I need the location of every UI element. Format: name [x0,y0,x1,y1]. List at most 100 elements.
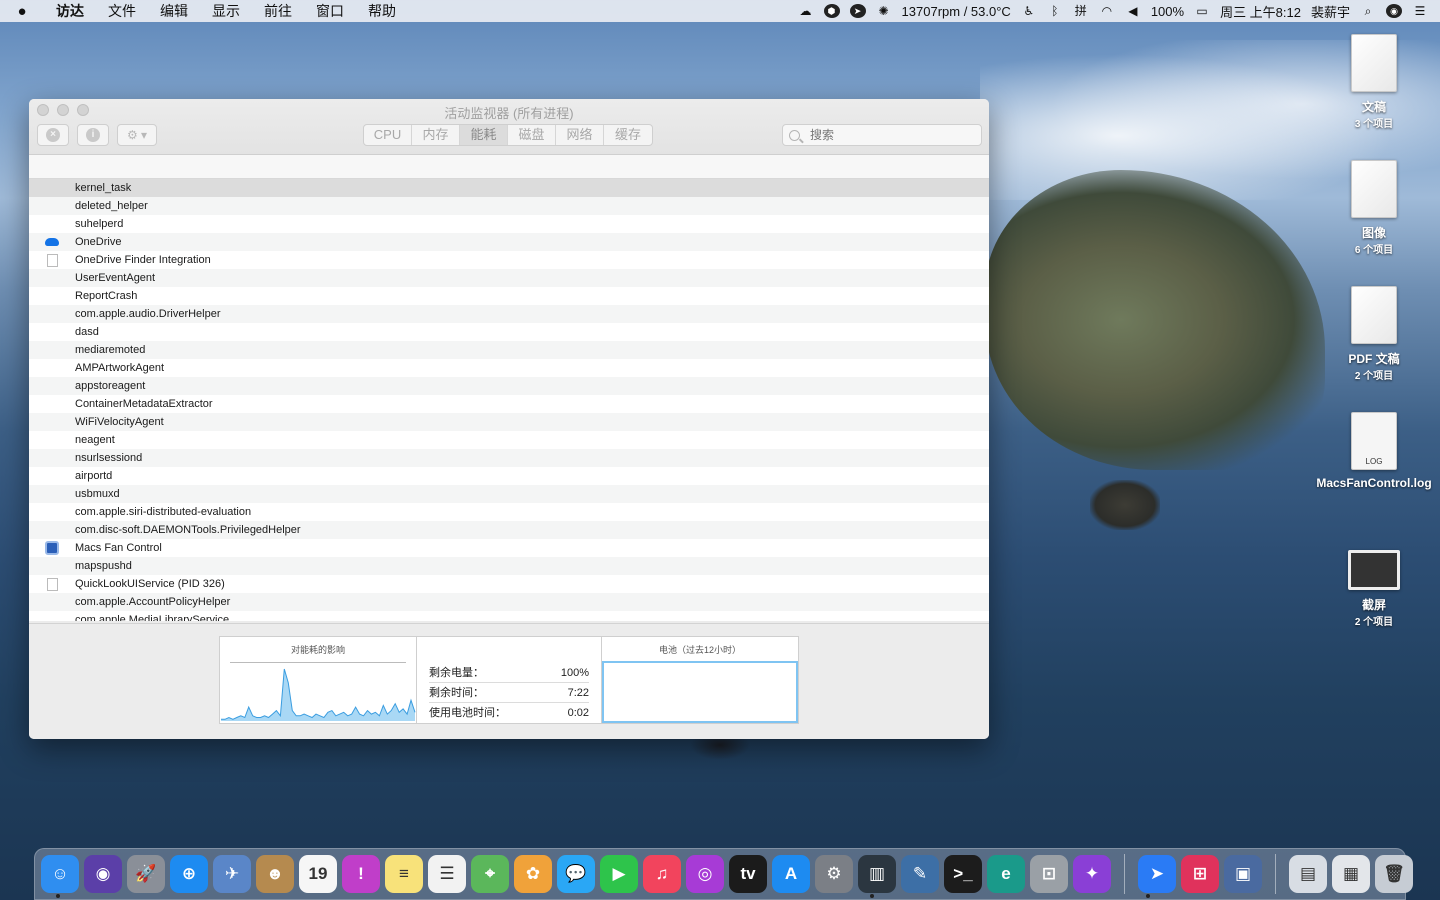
dock-screenshot-icon[interactable]: ⊡ [1030,855,1068,893]
dock-photos-icon[interactable]: ✿ [514,855,552,893]
dock-feedback-icon[interactable]: ! [342,855,380,893]
dock-reminders-icon[interactable]: ☰ [428,855,466,893]
battery-history-panel: 电池（过去12小时） [601,636,799,724]
table-header[interactable] [29,155,989,179]
dock-messages-icon[interactable]: 💬 [557,855,595,893]
accessibility-icon[interactable]: ♿ [1021,4,1037,18]
table-row[interactable]: airportd [29,467,989,485]
dock-podcasts-icon[interactable]: ◎ [686,855,724,893]
process-table: kernel_task deleted_helper suhelperd OneDri… [29,179,989,621]
tab-network[interactable]: 网络 [556,125,604,145]
dock-apple-tv-icon[interactable]: tv [729,855,767,893]
dock-terminal-icon[interactable]: >_ [944,855,982,893]
menu-help[interactable]: 帮助 [356,1,408,21]
menu-file[interactable]: 文件 [96,1,148,21]
spotlight-search-icon[interactable]: ⌕ [1360,4,1376,18]
dock-notes-icon[interactable]: ≡ [385,855,423,893]
dock-edge-canary-icon[interactable]: e [987,855,1025,893]
table-row[interactable]: Macs Fan Control [29,539,989,557]
table-row[interactable]: mediaremoted [29,341,989,359]
dock-launchpad-icon[interactable]: 🚀 [127,855,165,893]
table-row[interactable]: com.apple.MediaLibraryService [29,611,989,621]
apple-menu-icon[interactable]: ● [0,3,44,20]
tab-cache[interactable]: 缓存 [604,125,652,145]
dock-app-store-icon[interactable]: A [772,855,810,893]
siri-icon[interactable]: ◉ [1386,4,1402,18]
action-menu-button[interactable]: ⚙ ▾ [117,124,157,146]
fan-control-icon[interactable]: ✺ [876,4,892,18]
dock-image-viewer-icon[interactable]: ▣ [1224,855,1262,893]
table-row[interactable]: com.apple.AccountPolicyHelper [29,593,989,611]
input-method-icon[interactable]: 拼 [1073,4,1089,18]
table-row[interactable]: nsurlsessiond [29,449,989,467]
table-row[interactable]: QuickLookUIService (PID 326) [29,575,989,593]
menu-view[interactable]: 显示 [200,1,252,21]
table-row[interactable]: OneDrive [29,233,989,251]
dock-compass-icon[interactable]: ✦ [1073,855,1111,893]
icloud-icon[interactable]: ☁ [798,4,814,18]
tab-disk[interactable]: 磁盘 [508,125,556,145]
dock-trash-icon[interactable]: 🗑 [1375,855,1413,893]
desktop-item-log-file[interactable]: LOG MacsFanControl.log [1314,412,1434,490]
table-row[interactable]: suhelperd [29,215,989,233]
dock-feishu-icon[interactable]: ➤ [1138,855,1176,893]
table-row[interactable]: ContainerMetadataExtractor [29,395,989,413]
notification-center-icon[interactable]: ☰ [1412,4,1428,18]
shield-status-icon[interactable]: ⬢ [823,4,840,18]
table-row[interactable]: com.disc-soft.DAEMONTools.PrivilegedHelp… [29,521,989,539]
battery-percent[interactable]: 100% [1151,4,1184,19]
clock[interactable]: 周三 上午8:12 [1220,2,1301,21]
table-row[interactable]: neagent [29,431,989,449]
table-row[interactable]: UserEventAgent [29,269,989,287]
volume-icon[interactable]: ◀ [1125,4,1141,18]
table-row[interactable]: kernel_task [29,179,989,197]
table-row[interactable]: WiFiVelocityAgent [29,413,989,431]
dock-siri-icon[interactable]: ◉ [84,855,122,893]
desktop-item-pdf[interactable]: PDF 文稿 2 个项目 [1314,286,1434,382]
table-row[interactable]: mapspushd [29,557,989,575]
desktop-item-screenshots[interactable]: 截屏 2 个项目 [1314,538,1434,628]
table-row[interactable]: com.apple.siri-distributed-evaluation [29,503,989,521]
dock-contacts-icon[interactable]: ☻ [256,855,294,893]
menu-edit[interactable]: 编辑 [148,1,200,21]
dock-finder-icon[interactable]: ☺ [41,855,79,893]
table-row[interactable]: deleted_helper [29,197,989,215]
table-row[interactable]: ReportCrash [29,287,989,305]
dock-facetime-icon[interactable]: ▶ [600,855,638,893]
table-row[interactable]: usbmuxd [29,485,989,503]
stop-process-button[interactable]: × [37,124,69,146]
user-name[interactable]: 裴薪宇 [1311,2,1350,21]
dock-documents-stack-icon[interactable]: ▦ [1332,855,1370,893]
menu-window[interactable]: 窗口 [304,1,356,21]
menu-finder[interactable]: 访达 [44,1,96,21]
menu-go[interactable]: 前往 [252,1,304,21]
battery-icon[interactable]: ▭ [1194,4,1210,18]
table-row[interactable]: appstoreagent [29,377,989,395]
dock-system-preferences-icon[interactable]: ⚙ [815,855,853,893]
tab-energy[interactable]: 能耗 [460,125,508,145]
navigation-status-icon[interactable]: ➤ [849,4,866,18]
dock-preview-icon[interactable]: ✈ [213,855,251,893]
dock-downloads-stack-icon[interactable]: ▤ [1289,855,1327,893]
inspect-process-button[interactable]: i [77,124,109,146]
wifi-icon[interactable]: ◠ [1099,4,1115,18]
table-row[interactable]: dasd [29,323,989,341]
dock-activity-monitor-icon[interactable]: ▥ [858,855,896,893]
desktop-item-documents[interactable]: 文稿 3 个项目 [1314,34,1434,130]
dock-scanner-icon[interactable]: ⊞ [1181,855,1219,893]
tab-cpu[interactable]: CPU [364,125,412,145]
table-row[interactable]: OneDrive Finder Integration [29,251,989,269]
dock-python-launcher-icon[interactable]: ✎ [901,855,939,893]
dock-maps-icon[interactable]: ⌖ [471,855,509,893]
dock-calendar-icon[interactable]: 19 [299,855,337,893]
bluetooth-icon[interactable]: ᛒ [1047,4,1063,18]
table-row[interactable]: com.apple.audio.DriverHelper [29,305,989,323]
fan-status-text[interactable]: 13707rpm / 53.0°C [902,4,1011,19]
search-field[interactable] [782,124,982,146]
dock-music-icon[interactable]: ♫ [643,855,681,893]
table-row[interactable]: AMPArtworkAgent [29,359,989,377]
dock-safari-icon[interactable]: ⊕ [170,855,208,893]
search-input[interactable] [810,128,960,142]
desktop-item-images[interactable]: 图像 6 个项目 [1314,160,1434,256]
tab-memory[interactable]: 内存 [412,125,460,145]
